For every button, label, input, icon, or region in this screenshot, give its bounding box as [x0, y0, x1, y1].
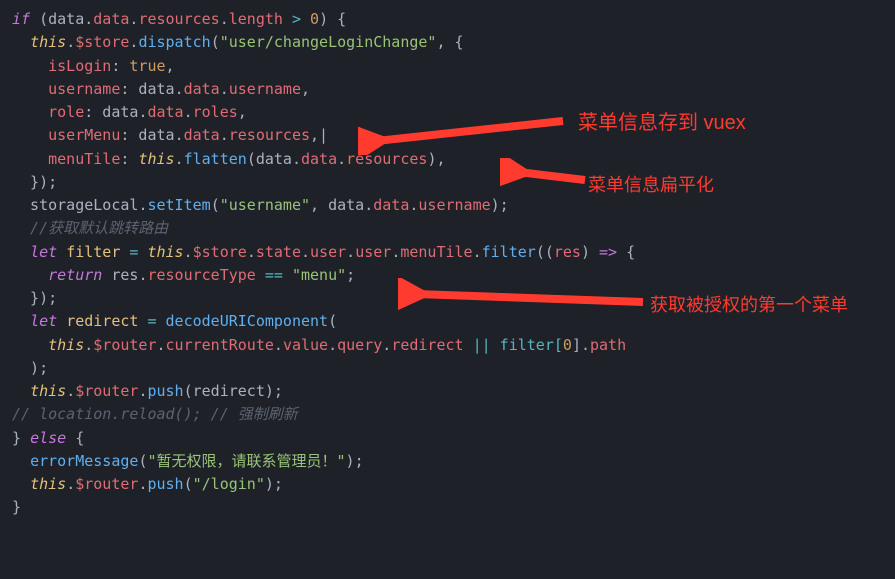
code-line: // location.reload(); // 强制刷新	[12, 405, 298, 423]
code-line: this.$store.dispatch("user/changeLoginCh…	[12, 33, 464, 51]
code-line: errorMessage("暂无权限，请联系管理员！");	[12, 452, 364, 470]
code-line: this.$router.push(redirect);	[12, 382, 283, 400]
code-line: } else {	[12, 429, 84, 447]
code-line: return res.resourceType == "menu";	[12, 266, 355, 284]
code-line: this.$router.currentRoute.value.query.re…	[12, 336, 626, 354]
code-line: menuTile: this.flatten(data.data.resourc…	[12, 150, 446, 168]
code-line: isLogin: true,	[12, 57, 175, 75]
code-line: let filter = this.$store.state.user.user…	[12, 243, 635, 261]
code-line: });	[12, 173, 57, 191]
code-line: }	[12, 498, 21, 516]
code-line: });	[12, 289, 57, 307]
code-line: userMenu: data.data.resources,|	[12, 126, 328, 144]
code-line: username: data.data.username,	[12, 80, 310, 98]
code-line: if (data.data.resources.length > 0) {	[12, 10, 346, 28]
code-line: let redirect = decodeURIComponent(	[12, 312, 337, 330]
code-line: storageLocal.setItem("username", data.da…	[12, 196, 509, 214]
code-line: //获取默认跳转路由	[12, 219, 168, 237]
code-line: role: data.data.roles,	[12, 103, 247, 121]
code-line: );	[12, 359, 48, 377]
code-block: if (data.data.resources.length > 0) { th…	[0, 8, 895, 520]
code-line: this.$router.push("/login");	[12, 475, 283, 493]
